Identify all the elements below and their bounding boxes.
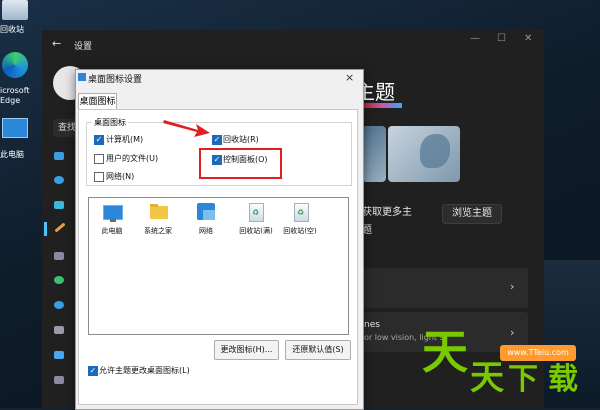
minimize-icon[interactable]: — bbox=[470, 33, 480, 44]
recycle-symbol-icon: ♻ bbox=[297, 208, 305, 217]
icon-label-network: 网络 bbox=[199, 227, 213, 235]
annotation-arrow-icon bbox=[163, 120, 210, 137]
network-checkbox[interactable] bbox=[94, 172, 104, 182]
user-files-checkbox-label: 用户的文件(U) bbox=[106, 154, 159, 163]
allow-themes-checkbox[interactable]: ✓ bbox=[88, 366, 98, 376]
icon-listbox[interactable] bbox=[88, 197, 349, 335]
change-icon-button[interactable]: 更改图标(H)... bbox=[214, 340, 279, 360]
group-legend: 桌面图标 bbox=[92, 117, 128, 128]
desktop-label-recycle: 回收站 bbox=[0, 25, 24, 34]
restore-default-button[interactable]: 还原默认值(S) bbox=[285, 340, 351, 360]
watermark-char-3: 下 bbox=[508, 362, 538, 397]
folder-icon[interactable] bbox=[150, 206, 168, 219]
network-icon-screen-shape bbox=[203, 210, 215, 220]
allow-themes-checkbox-label: 允许主题更改桌面图标(L) bbox=[99, 366, 190, 375]
monitor-stand-shape bbox=[110, 219, 116, 222]
theme-bloom-shape bbox=[420, 134, 450, 168]
watermark-char-1: 天 bbox=[422, 325, 468, 379]
dialog-close-icon[interactable]: × bbox=[345, 71, 354, 84]
theme-thumbnail-1[interactable] bbox=[362, 126, 386, 182]
close-window-icon[interactable]: ✕ bbox=[524, 33, 532, 44]
back-arrow-icon[interactable]: ← bbox=[52, 37, 61, 50]
tab-desktop-icons[interactable]: 桌面图标 bbox=[78, 93, 117, 110]
browse-themes-button[interactable]: 浏览主题 bbox=[442, 204, 502, 224]
nav-bluetooth-icon[interactable] bbox=[54, 176, 64, 184]
contrast-title: nes bbox=[364, 320, 380, 330]
icon-label-system-home: 系统之家 bbox=[144, 227, 172, 235]
desktop-label-this-pc: 此电脑 bbox=[0, 150, 24, 159]
nav-time-icon[interactable] bbox=[54, 301, 64, 309]
desktop-label-edge: icrosoft Edge bbox=[0, 86, 30, 105]
settings-row-1[interactable] bbox=[364, 268, 528, 308]
recycle-bin-checkbox[interactable]: ✓ bbox=[212, 135, 222, 145]
watermark-char-2: 天 bbox=[470, 358, 504, 398]
recycle-bin-icon[interactable] bbox=[2, 0, 28, 20]
nav-privacy-icon[interactable] bbox=[54, 376, 64, 384]
this-pc-icon[interactable] bbox=[103, 205, 123, 220]
settings-title: 设置 bbox=[74, 42, 93, 52]
nav-active-indicator bbox=[44, 222, 47, 236]
icon-label-recycle-empty: 回收站(空) bbox=[283, 227, 317, 235]
computer-checkbox[interactable]: ✓ bbox=[94, 135, 104, 145]
nav-gaming-icon[interactable] bbox=[54, 326, 64, 334]
computer-checkbox-label: 计算机(M) bbox=[106, 135, 144, 144]
edge-icon[interactable] bbox=[2, 52, 28, 78]
nav-system-icon[interactable] bbox=[54, 152, 64, 160]
nav-accessibility-icon[interactable] bbox=[54, 351, 64, 359]
chevron-right-icon: › bbox=[510, 280, 515, 293]
network-checkbox-label: 网络(N) bbox=[106, 172, 135, 181]
this-pc-icon[interactable] bbox=[2, 118, 28, 138]
maximize-icon[interactable]: ☐ bbox=[497, 33, 506, 44]
watermark-char-4: 载 bbox=[548, 362, 578, 397]
user-files-checkbox[interactable] bbox=[94, 154, 104, 164]
icon-label-recycle-full: 回收站(满) bbox=[239, 227, 273, 235]
nav-network-icon[interactable] bbox=[54, 201, 64, 209]
nav-accounts-icon[interactable] bbox=[54, 276, 64, 284]
watermark-url: www.TTeiu.com bbox=[500, 345, 576, 361]
recycle-symbol-icon: ♻ bbox=[252, 208, 260, 217]
nav-apps-icon[interactable] bbox=[54, 252, 64, 260]
dialog-title: 桌面图标设置 bbox=[88, 75, 143, 85]
chevron-right-icon: › bbox=[510, 326, 515, 339]
folder-tab-shape bbox=[150, 204, 158, 207]
theme-preview-strip bbox=[362, 103, 402, 108]
icon-label-this-pc: 此电脑 bbox=[101, 227, 123, 235]
get-more-themes-label: 获取更多主题 bbox=[362, 207, 412, 236]
highlight-box bbox=[199, 148, 282, 179]
recycle-bin-checkbox-label: 回收站(R) bbox=[223, 135, 259, 144]
dialog-app-icon bbox=[78, 73, 86, 81]
